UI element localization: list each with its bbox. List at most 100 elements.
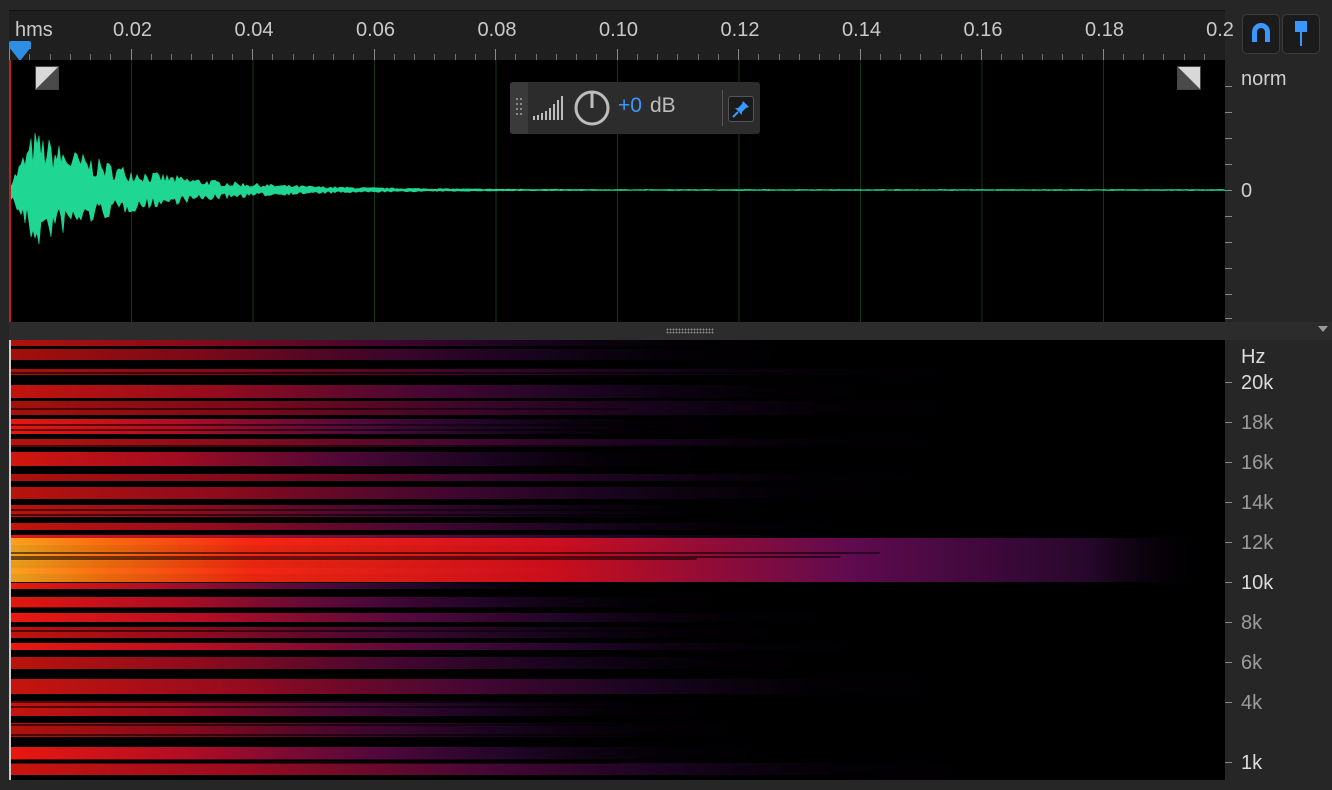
spectrogram-dark-line [11, 408, 629, 410]
spectrogram-dark-line [11, 611, 690, 613]
fade-out-icon [1178, 67, 1200, 89]
spectrogram-dark-line [11, 380, 949, 382]
frequency-scale[interactable]: Hz 20k 18k 16k 14k 12k 10k 8k 6k 4k 1k [1225, 340, 1332, 780]
spectrogram-dark-line [11, 514, 816, 516]
scale-tick [1225, 542, 1232, 543]
spectrogram-band [11, 613, 901, 622]
scale-tick [1225, 622, 1232, 623]
spectrogram-dark-line [11, 739, 688, 741]
ruler-units-label: hms [15, 19, 53, 41]
scale-tick [1225, 86, 1232, 87]
scale-norm-label: norm [1241, 68, 1287, 90]
ruler-tick-label: 0.02 [113, 19, 152, 41]
ruler-tick-label: 0.04 [234, 19, 274, 41]
spectrogram-dark-line [11, 558, 697, 560]
dropdown-triangle-icon[interactable] [1318, 326, 1328, 332]
view-toolbar [1236, 10, 1332, 60]
gain-unit: dB [650, 94, 676, 117]
divider-grip-icon[interactable] [666, 328, 714, 334]
spectrogram-dark-line [11, 699, 669, 701]
spectrogram-band [11, 747, 827, 760]
scale-tick [1225, 294, 1232, 295]
spectrogram-dark-line [11, 589, 793, 591]
ruler-tick-label: 0.10 [599, 19, 638, 41]
spectrogram-band [11, 340, 859, 346]
gain-hud[interactable]: +0 dB [510, 82, 760, 134]
playhead-icon[interactable] [9, 47, 31, 61]
scale-zero-label: 0 [1241, 180, 1253, 202]
freq-label: 14k [1241, 492, 1274, 514]
pin-icon [732, 101, 749, 118]
ruler-tick-label: 0.14 [842, 19, 881, 41]
scale-tick [1225, 462, 1232, 463]
ruler-tick-label: 0.12 [720, 19, 760, 41]
scale-tick [1225, 762, 1232, 763]
amplitude-scale[interactable]: norm 0 [1225, 60, 1332, 322]
spectrogram-band [11, 419, 789, 434]
scale-tick [1225, 138, 1232, 139]
hud-separator [722, 90, 723, 126]
scale-tick [1225, 242, 1232, 243]
scale-tick [1225, 502, 1232, 503]
spectrogram-band [11, 679, 1029, 694]
spectrogram-dark-line [11, 445, 849, 447]
spectrogram-dark-line [11, 762, 619, 764]
spectrogram-band [11, 643, 937, 650]
spectrogram-dark-line [11, 372, 786, 374]
ruler-tick-label: 0.2 [1206, 19, 1234, 41]
scale-tick [1225, 318, 1232, 319]
spectrogram-band [11, 627, 859, 638]
ruler-tick-label: 0.18 [1085, 19, 1124, 41]
spectrogram-band [11, 487, 986, 499]
snap-button[interactable] [1242, 14, 1280, 54]
scale-tick [1225, 216, 1232, 217]
hud-drag-handle[interactable] [510, 82, 528, 134]
fade-in-button[interactable] [35, 66, 59, 90]
freq-label: 18k [1241, 412, 1274, 434]
spectrogram-dark-line [11, 701, 816, 703]
pin-hud-button[interactable] [728, 96, 754, 122]
spectrogram-band [11, 349, 874, 360]
freq-label: 6k [1241, 652, 1263, 674]
magnet-icon [1252, 23, 1270, 42]
freq-label: 8k [1241, 612, 1263, 634]
hz-unit-label: Hz [1241, 346, 1266, 368]
spectrogram-band [11, 452, 773, 466]
time-ruler[interactable]: hms 0.02 0.04 0.06 0.08 0.10 0.12 0.14 0.16 0.18… [9, 10, 1234, 61]
spectrogram-band [11, 583, 681, 589]
panel-divider[interactable] [9, 322, 1332, 340]
scale-tick [1225, 582, 1232, 583]
spectrogram-band [11, 657, 888, 669]
scale-tick [1225, 422, 1232, 423]
ruler-tick-label: 0.16 [963, 19, 1003, 41]
level-meter-icon [533, 96, 563, 120]
gain-value[interactable]: +0 [618, 94, 642, 118]
fade-out-button[interactable] [1177, 66, 1201, 90]
spectrogram-band [11, 701, 777, 716]
scale-tick [1225, 382, 1232, 383]
spectrogram-dark-line [11, 469, 859, 471]
spectrogram-band [11, 474, 1027, 481]
spectrogram-dark-line [11, 724, 621, 726]
ruler-tick-label: 0.06 [356, 19, 395, 41]
spectrogram-dark-line [11, 734, 814, 736]
spectrogram-dark-line [11, 502, 653, 504]
freq-label: 20k [1241, 372, 1274, 394]
audio-editor: hms 0.02 0.04 0.06 0.08 0.10 0.12 0.14 0.16 0.18… [0, 0, 1332, 790]
scale-tick [1225, 702, 1232, 703]
scale-tick [1225, 662, 1232, 663]
spectrogram-view[interactable] [9, 340, 1225, 780]
grip-icon [516, 98, 522, 115]
gain-knob-icon[interactable] [572, 88, 612, 128]
marker-button[interactable] [1282, 14, 1320, 54]
bottom-edge [0, 780, 1332, 790]
spectrogram-dark-line [11, 424, 857, 426]
spectrogram-dark-line [11, 552, 880, 554]
fade-in-icon [36, 67, 58, 89]
scale-tick [1225, 190, 1232, 191]
freq-label: 1k [1241, 752, 1263, 774]
spectrogram-dark-line [11, 706, 613, 708]
spectrogram-band [11, 763, 1063, 775]
freq-label: 4k [1241, 692, 1263, 714]
spectrogram-dark-line [11, 676, 900, 678]
